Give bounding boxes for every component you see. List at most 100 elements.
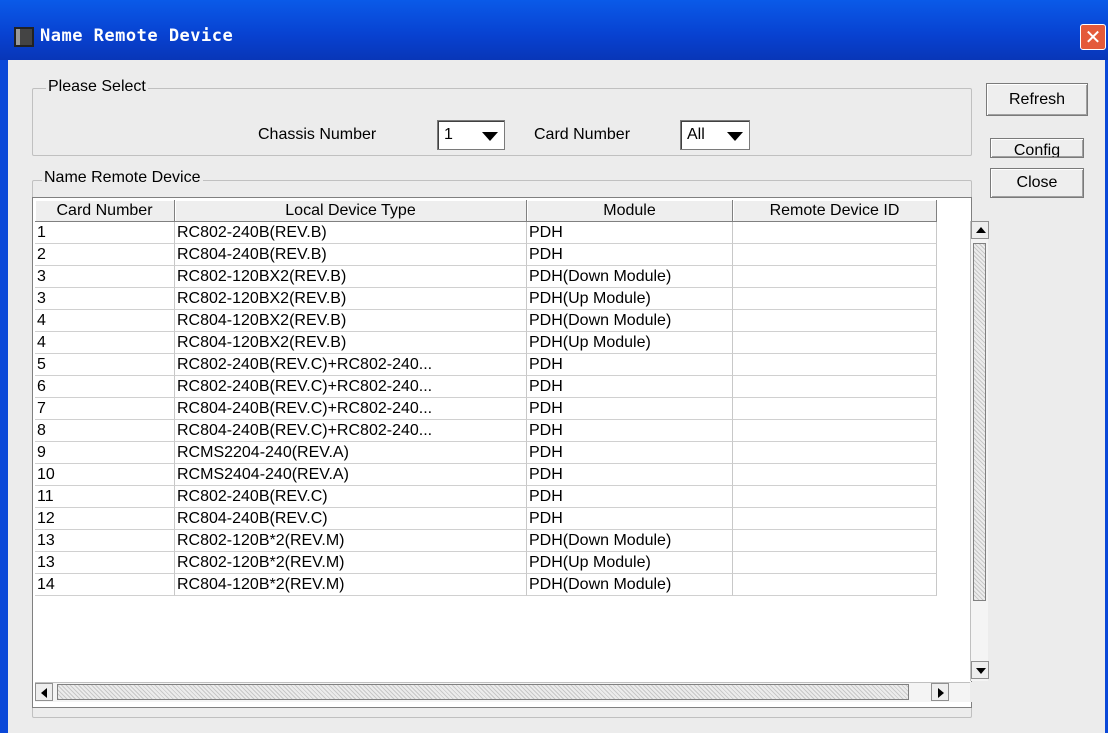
local-device-type-cell: RC804-240B(REV.C)	[175, 508, 527, 530]
table-row[interactable]: 6 RC802-240B(REV.C)+RC802-240... PDH	[35, 376, 969, 398]
module-cell: PDH(Down Module)	[527, 574, 733, 596]
remote-device-id-cell[interactable]	[733, 486, 937, 508]
card-number-cell: 3	[35, 288, 175, 310]
card-number-cell: 13	[35, 552, 175, 574]
remote-device-id-cell[interactable]	[733, 222, 937, 244]
dialog-window: Name Remote Device ✕ Please Select Chass…	[0, 0, 1108, 733]
remote-device-id-cell[interactable]	[733, 376, 937, 398]
card-number-cell: 4	[35, 310, 175, 332]
remote-device-id-cell[interactable]	[733, 398, 937, 420]
remote-device-table: Card Number Local Device Type Module Rem…	[32, 197, 989, 708]
column-header-remote-device-id[interactable]: Remote Device ID	[733, 200, 937, 222]
card-number-cell: 8	[35, 420, 175, 442]
card-number-cell: 10	[35, 464, 175, 486]
close-button[interactable]: Close	[990, 168, 1084, 198]
local-device-type-cell: RC804-120BX2(REV.B)	[175, 310, 527, 332]
local-device-type-cell: RC802-240B(REV.C)	[175, 486, 527, 508]
table-row[interactable]: 5 RC802-240B(REV.C)+RC802-240... PDH	[35, 354, 969, 376]
please-select-legend: Please Select	[46, 78, 148, 96]
horizontal-scrollbar[interactable]	[35, 682, 970, 702]
module-cell: PDH	[527, 420, 733, 442]
table-row[interactable]: 14 RC804-120B*2(REV.M) PDH(Down Module)	[35, 574, 969, 596]
card-number-cell: 14	[35, 574, 175, 596]
arrow-down-icon	[976, 668, 986, 674]
module-cell: PDH	[527, 464, 733, 486]
column-header-module[interactable]: Module	[527, 200, 733, 222]
local-device-type-cell: RC804-240B(REV.C)+RC802-240...	[175, 420, 527, 442]
module-cell: PDH(Up Module)	[527, 552, 733, 574]
arrow-up-icon	[976, 227, 986, 233]
remote-device-id-cell[interactable]	[733, 310, 937, 332]
module-cell: PDH	[527, 508, 733, 530]
table-row[interactable]: 12 RC804-240B(REV.C) PDH	[35, 508, 969, 530]
module-cell: PDH(Down Module)	[527, 310, 733, 332]
card-number-cell: 11	[35, 486, 175, 508]
remote-device-id-cell[interactable]	[733, 442, 937, 464]
arrow-left-icon	[41, 688, 47, 698]
card-number-cell: 6	[35, 376, 175, 398]
remote-device-id-cell[interactable]	[733, 244, 937, 266]
scroll-left-button[interactable]	[35, 683, 53, 701]
table-row[interactable]: 4 RC804-120BX2(REV.B) PDH(Up Module)	[35, 332, 969, 354]
remote-device-id-cell[interactable]	[733, 354, 937, 376]
module-cell: PDH(Down Module)	[527, 266, 733, 288]
local-device-type-cell: RCMS2404-240(REV.A)	[175, 464, 527, 486]
vertical-scroll-thumb[interactable]	[973, 243, 986, 601]
card-number-cell: 5	[35, 354, 175, 376]
remote-device-id-cell[interactable]	[733, 266, 937, 288]
table-row[interactable]: 11 RC802-240B(REV.C) PDH	[35, 486, 969, 508]
table-row[interactable]: 10 RCMS2404-240(REV.A) PDH	[35, 464, 969, 486]
table-row[interactable]: 13 RC802-120B*2(REV.M) PDH(Up Module)	[35, 552, 969, 574]
remote-device-id-cell[interactable]	[733, 332, 937, 354]
column-header-local-device-type[interactable]: Local Device Type	[175, 200, 527, 222]
module-cell: PDH	[527, 398, 733, 420]
remote-device-id-cell[interactable]	[733, 420, 937, 442]
table-row[interactable]: 3 RC802-120BX2(REV.B) PDH(Down Module)	[35, 266, 969, 288]
local-device-type-cell: RC802-120B*2(REV.M)	[175, 530, 527, 552]
title-bar[interactable]: Name Remote Device ✕	[0, 0, 1108, 60]
remote-device-id-cell[interactable]	[733, 574, 937, 596]
module-cell: PDH(Up Module)	[527, 288, 733, 310]
remote-device-id-cell[interactable]	[733, 508, 937, 530]
window-title: Name Remote Device	[40, 26, 234, 46]
remote-device-id-cell[interactable]	[733, 530, 937, 552]
column-header-card-number[interactable]: Card Number	[35, 200, 175, 222]
table-row[interactable]: 9 RCMS2204-240(REV.A) PDH	[35, 442, 969, 464]
table-row[interactable]: 2 RC804-240B(REV.B) PDH	[35, 244, 969, 266]
card-number-cell: 9	[35, 442, 175, 464]
scroll-down-button[interactable]	[971, 661, 989, 679]
card-number-value: All	[687, 126, 705, 143]
scroll-up-button[interactable]	[971, 221, 989, 239]
table-row[interactable]: 3 RC802-120BX2(REV.B) PDH(Up Module)	[35, 288, 969, 310]
remote-device-id-cell[interactable]	[733, 552, 937, 574]
refresh-button[interactable]: Refresh	[986, 83, 1088, 116]
chevron-down-icon	[727, 132, 743, 141]
table-row[interactable]: 13 RC802-120B*2(REV.M) PDH(Down Module)	[35, 530, 969, 552]
table-body: 1 RC802-240B(REV.B) PDH 2 RC804-240B(REV.B) P…	[35, 222, 969, 680]
table-row[interactable]: 7 RC804-240B(REV.C)+RC802-240... PDH	[35, 398, 969, 420]
module-cell: PDH(Up Module)	[527, 332, 733, 354]
horizontal-scroll-thumb[interactable]	[57, 684, 909, 700]
remote-device-id-cell[interactable]	[733, 288, 937, 310]
card-number-cell: 4	[35, 332, 175, 354]
remote-device-id-cell[interactable]	[733, 464, 937, 486]
close-icon[interactable]: ✕	[1080, 24, 1106, 50]
module-cell: PDH	[527, 442, 733, 464]
device-icon	[14, 27, 34, 47]
table-row[interactable]: 8 RC804-240B(REV.C)+RC802-240... PDH	[35, 420, 969, 442]
table-row[interactable]: 4 RC804-120BX2(REV.B) PDH(Down Module)	[35, 310, 969, 332]
name-remote-device-legend: Name Remote Device	[42, 169, 203, 187]
table-row[interactable]: 1 RC802-240B(REV.B) PDH	[35, 222, 969, 244]
local-device-type-cell: RC804-120BX2(REV.B)	[175, 332, 527, 354]
module-cell: PDH	[527, 222, 733, 244]
chassis-number-select[interactable]: 1	[437, 120, 505, 150]
chassis-number-value: 1	[444, 126, 453, 143]
chevron-down-icon	[482, 132, 498, 141]
vertical-scrollbar[interactable]	[970, 221, 989, 681]
scroll-right-button[interactable]	[931, 683, 949, 701]
card-number-cell: 2	[35, 244, 175, 266]
local-device-type-cell: RC802-120B*2(REV.M)	[175, 552, 527, 574]
local-device-type-cell: RC802-120BX2(REV.B)	[175, 266, 527, 288]
card-number-select[interactable]: All	[680, 120, 750, 150]
config-button[interactable]: Config	[990, 138, 1084, 158]
